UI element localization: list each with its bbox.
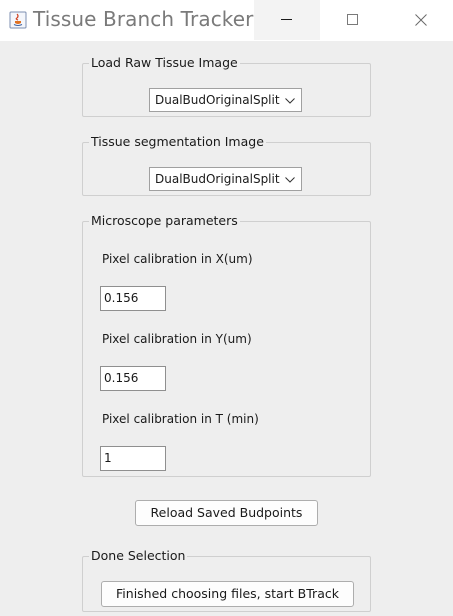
raw-image-select[interactable]: DualBudOriginalSplit [149,88,302,112]
y-calibration-input[interactable]: 0.156 [100,366,166,391]
raw-image-legend: Load Raw Tissue Image [89,55,240,70]
raw-image-selected-value: DualBudOriginalSplit [155,93,280,107]
seg-image-legend: Tissue segmentation Image [89,134,266,149]
seg-image-select[interactable]: DualBudOriginalSplit [149,167,302,191]
x-calibration-input[interactable]: 0.156 [100,286,166,311]
close-icon [415,14,427,26]
minimize-button[interactable] [254,0,320,40]
done-selection-group: Done Selection Finished choosing files, … [82,548,371,612]
chevron-down-icon [285,98,295,104]
close-button[interactable] [388,0,453,40]
x-calibration-label: Pixel calibration in X(um) [102,252,253,266]
maximize-icon [347,14,358,25]
raw-image-group: Load Raw Tissue Image DualBudOriginalSpl… [82,55,371,117]
java-app-icon [9,11,27,29]
t-calibration-input[interactable]: 1 [100,446,166,471]
seg-image-group: Tissue segmentation Image DualBudOrigina… [82,134,371,196]
title-bar: Tissue Branch Tracker [0,0,453,41]
y-calibration-label: Pixel calibration in Y(um) [102,332,252,346]
t-calibration-label: Pixel calibration in T (min) [102,412,259,426]
chevron-down-icon [285,177,295,183]
seg-image-selected-value: DualBudOriginalSplit [155,172,280,186]
minimize-icon [281,19,292,20]
done-selection-legend: Done Selection [89,548,188,563]
microscope-legend: Microscope parameters [89,213,240,228]
maximize-button[interactable] [320,0,386,40]
start-btrack-button[interactable]: Finished choosing files, start BTrack [101,581,354,607]
window-title: Tissue Branch Tracker [33,7,254,31]
microscope-group: Microscope parameters Pixel calibration … [82,213,371,477]
reload-saved-budpoints-button[interactable]: Reload Saved Budpoints [135,500,318,526]
